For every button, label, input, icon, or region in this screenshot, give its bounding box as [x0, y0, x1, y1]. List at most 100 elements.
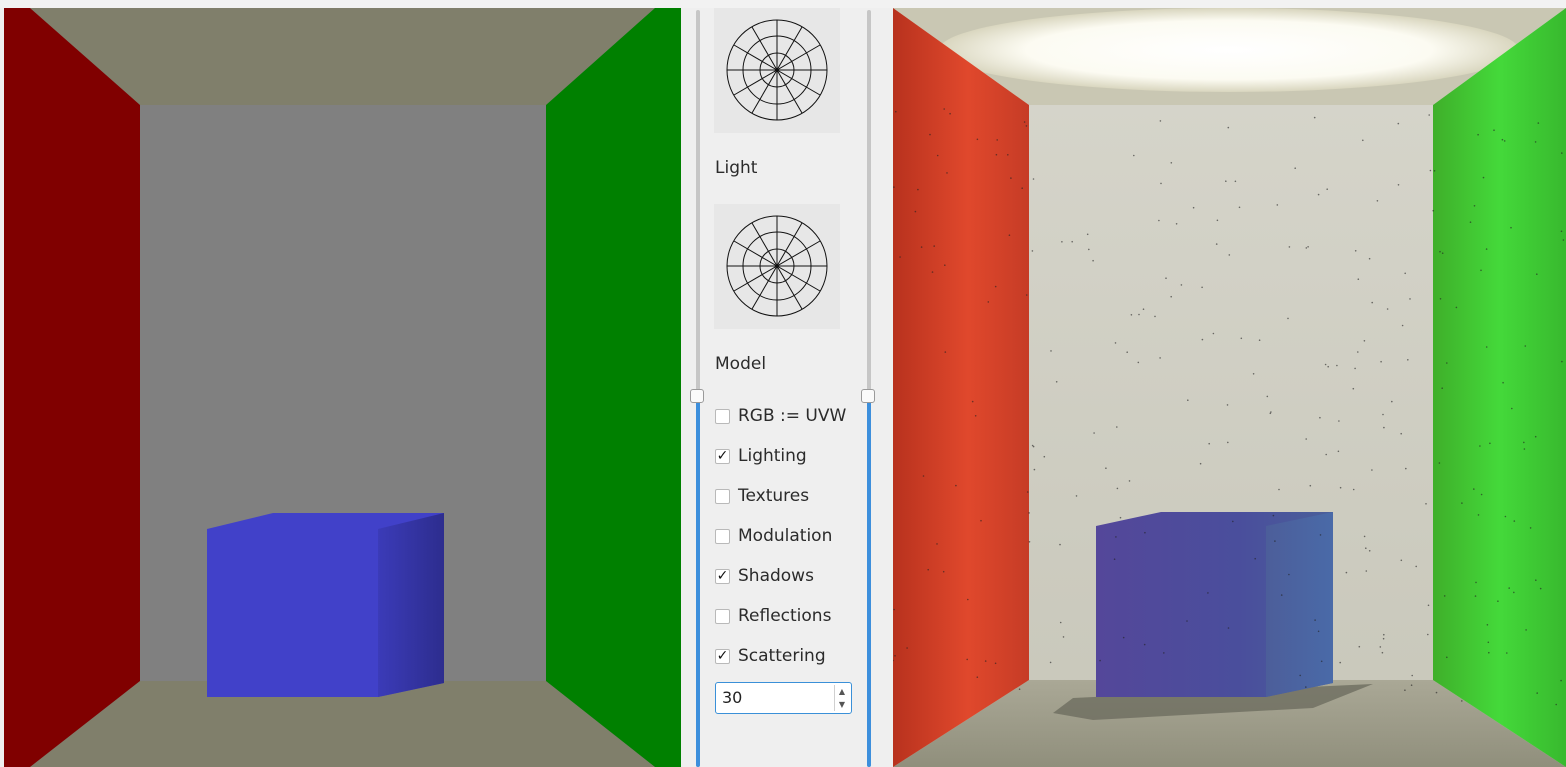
noise-speck [1050, 350, 1052, 352]
noise-speck [1504, 515, 1507, 518]
preview-viewport[interactable] [4, 8, 681, 767]
right-slider-handle[interactable] [861, 389, 875, 403]
option-scattering[interactable]: ✓ Scattering [715, 645, 826, 667]
noise-speck [1240, 337, 1243, 340]
right-vertical-slider[interactable] [861, 10, 875, 767]
noise-speck [1489, 442, 1491, 445]
noise-speck [967, 598, 969, 601]
noise-speck [1280, 594, 1283, 596]
noise-speck [1122, 636, 1125, 639]
noise-speck [906, 647, 908, 649]
noise-speck [1371, 469, 1373, 471]
option-lighting[interactable]: ✓ Lighting [715, 445, 807, 467]
noise-speck [1363, 535, 1366, 538]
option-modulation[interactable]: Modulation [715, 525, 832, 547]
checkbox[interactable]: ✓ [715, 568, 730, 584]
option-label: Modulation [738, 526, 833, 546]
checkbox[interactable] [715, 608, 730, 624]
option-label: Scattering [738, 646, 826, 666]
noise-speck [927, 568, 929, 571]
noise-speck [1258, 339, 1261, 342]
noise-speck [1401, 324, 1404, 327]
noise-speck [1143, 643, 1146, 646]
option-reflections[interactable]: Reflections [715, 605, 831, 627]
noise-speck [1228, 254, 1231, 256]
samples-value[interactable]: 30 [722, 688, 742, 707]
noise-speck [920, 246, 923, 248]
noise-speck [1025, 125, 1028, 127]
noise-speck [1407, 359, 1409, 361]
option-shadows[interactable]: ✓ Shadows [715, 565, 814, 587]
noise-speck [1405, 467, 1407, 470]
noise-speck [1379, 646, 1382, 648]
option-rgb-uvw[interactable]: RGB := UVW [715, 405, 846, 427]
noise-speck [931, 271, 934, 273]
left-vertical-slider[interactable] [690, 10, 704, 767]
noise-speck [1427, 633, 1429, 636]
noise-speck [1320, 660, 1323, 663]
noise-speck [1170, 162, 1173, 164]
left-wall [893, 8, 1029, 767]
noise-speck [1486, 624, 1489, 626]
noise-speck [1404, 689, 1406, 691]
checkbox[interactable] [715, 408, 730, 424]
noise-speck [942, 570, 945, 573]
noise-speck [1461, 700, 1463, 702]
noise-speck [944, 351, 947, 353]
noise-speck [1158, 219, 1160, 222]
samples-spinbox[interactable]: 30 ▲ ▼ [715, 682, 852, 714]
noise-speck [1130, 314, 1133, 316]
noise-speck [1425, 503, 1427, 505]
noise-speck [1061, 241, 1063, 243]
noise-speck [914, 210, 917, 213]
noise-speck [899, 256, 901, 258]
wireframe-sphere-icon [726, 215, 828, 317]
noise-speck [1116, 487, 1119, 490]
option-textures[interactable]: Textures [715, 485, 809, 507]
render-viewport[interactable] [893, 8, 1566, 767]
checkbox[interactable] [715, 528, 730, 544]
noise-speck [1138, 313, 1140, 316]
noise-speck [1429, 169, 1432, 172]
light-orientation-widget[interactable] [714, 8, 840, 133]
noise-speck [936, 543, 938, 545]
noise-speck [895, 110, 897, 113]
noise-speck [1227, 627, 1230, 629]
noise-speck [1435, 691, 1438, 694]
noise-speck [1319, 534, 1322, 536]
noise-speck [1409, 298, 1411, 300]
spin-up-icon[interactable]: ▲ [835, 685, 849, 698]
model-orientation-widget[interactable] [714, 204, 840, 329]
noise-speck [1305, 438, 1307, 440]
noise-speck [1380, 360, 1382, 363]
noise-speck [1033, 468, 1036, 471]
noise-speck [1428, 114, 1430, 116]
cube-side [378, 513, 444, 697]
noise-speck [1180, 284, 1183, 286]
noise-speck [1226, 404, 1229, 406]
noise-speck [1560, 230, 1563, 233]
noise-speck [1446, 362, 1448, 364]
noise-speck [1305, 247, 1308, 249]
noise-speck [943, 108, 945, 110]
noise-speck [1438, 462, 1441, 464]
model-label: Model [715, 354, 767, 374]
checkbox[interactable]: ✓ [715, 648, 730, 664]
noise-speck [1415, 565, 1417, 568]
noise-speck [1501, 138, 1504, 141]
left-slider-handle[interactable] [690, 389, 704, 403]
spin-down-icon[interactable]: ▼ [835, 698, 849, 711]
checkbox[interactable] [715, 488, 730, 504]
left-wall [4, 8, 140, 767]
noise-speck [994, 285, 997, 288]
noise-speck [1007, 154, 1009, 156]
noise-speck [1170, 295, 1172, 298]
noise-speck [1216, 219, 1219, 222]
noise-speck [1480, 493, 1483, 496]
noise-speck [1365, 570, 1368, 572]
noise-speck [1513, 520, 1516, 522]
noise-speck [1028, 541, 1031, 543]
noise-speck [1480, 269, 1482, 272]
noise-speck [1212, 332, 1215, 335]
checkbox[interactable]: ✓ [715, 448, 730, 464]
